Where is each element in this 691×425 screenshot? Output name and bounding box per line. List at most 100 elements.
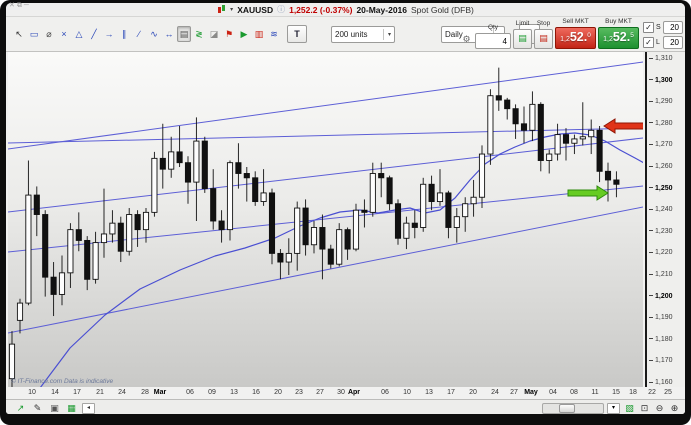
horizontal-line-icon[interactable]: →: [102, 26, 116, 42]
x-axis-label: 17: [73, 389, 81, 396]
buy-market-button[interactable]: 1,252.5: [598, 27, 639, 49]
price-markers-icon[interactable]: ▥: [252, 26, 266, 42]
candle: [421, 178, 426, 232]
fit-zoom-icon[interactable]: ▧: [623, 402, 636, 414]
x-axis-label: 09: [208, 389, 216, 396]
x-axis-label: 30: [337, 389, 345, 396]
stop-checkbox[interactable]: ✓: [643, 22, 654, 33]
x-axis-label: 25: [664, 389, 672, 396]
order-settings-icon[interactable]: ⚙: [460, 32, 473, 46]
candle: [26, 161, 31, 306]
indicators-wave-icon[interactable]: ≋: [267, 26, 281, 42]
qty-label: Qty: [488, 24, 498, 32]
freehand-curve-icon[interactable]: ∿: [147, 26, 161, 42]
annotate-icon[interactable]: ✎: [31, 402, 44, 414]
info-icon[interactable]: ⓘ: [277, 4, 285, 15]
chart-mode-icon[interactable]: ▦: [65, 402, 78, 414]
extended-line-icon[interactable]: ↔: [162, 26, 176, 42]
order-levels-icon[interactable]: ≷: [192, 26, 206, 42]
stop-distance-input[interactable]: [663, 21, 683, 34]
scrollbar-thumb[interactable]: [559, 404, 575, 413]
snapshot-icon[interactable]: ▣: [48, 402, 61, 414]
candle: [177, 126, 182, 167]
sell-mkt-label: Sell MKT: [562, 18, 588, 26]
y-axis-label: 1,180: [649, 336, 673, 344]
candle: [362, 199, 367, 227]
limit-label: Limit: [516, 20, 530, 28]
zoom-area-icon[interactable]: ⊡: [638, 402, 651, 414]
magnifier-icon[interactable]: ⌀: [42, 26, 56, 42]
segment-icon[interactable]: ∕: [132, 26, 146, 42]
buy-signal-arrow[interactable]: [568, 186, 608, 200]
chevron-down-icon: ▾: [388, 31, 391, 38]
window-restore-icon[interactable]: ⧉: [17, 2, 24, 9]
chevron-down-icon[interactable]: ▾: [230, 6, 233, 13]
candle: [547, 150, 552, 174]
time-scrollbar[interactable]: [542, 403, 604, 414]
y-axis-label: 1,160: [649, 379, 673, 387]
price-axis[interactable]: 1,3101,3001,2901,2801,2701,2601,2501,240…: [645, 52, 685, 387]
divider: [383, 29, 384, 40]
scrollbar-menu-button[interactable]: ▾: [607, 403, 620, 414]
zoom-box-icon[interactable]: ▭: [27, 26, 41, 42]
channel-icon[interactable]: ∥: [117, 26, 131, 42]
qty-input[interactable]: [475, 33, 511, 49]
candle: [185, 156, 190, 204]
instrument-symbol[interactable]: XAUUSD: [237, 5, 273, 15]
bottom-right-tools: ▾ ▧⊡⊖⊕: [542, 402, 681, 414]
units-select[interactable]: 200 units ▾: [331, 26, 395, 43]
drawing-tools-group: ↖▭⌀×△╱→∥∕∿↔▤≷◪⚑▶▥≋: [12, 26, 281, 42]
instrument-description: Spot Gold (DFB): [411, 5, 474, 15]
x-axis-label: 08: [570, 389, 578, 396]
limit-checkbox[interactable]: ✓: [643, 37, 654, 48]
candle: [513, 104, 518, 139]
window-close-icon[interactable]: ✕: [9, 2, 17, 9]
alert-flag-icon[interactable]: ⚑: [222, 26, 236, 42]
sell-signal-arrow[interactable]: [604, 119, 643, 133]
candlestick-series: [9, 68, 619, 387]
candle: [387, 176, 392, 211]
buy-mkt-label: Buy MKT: [605, 18, 632, 26]
candle: [521, 107, 526, 144]
candle: [395, 199, 400, 244]
zoom-out-icon[interactable]: ⊖: [653, 402, 666, 414]
candle: [152, 152, 157, 217]
limit-distance-input[interactable]: [663, 36, 683, 49]
candle: [59, 256, 64, 306]
delete-drawings-icon[interactable]: ▤: [177, 26, 191, 42]
y-axis-label: 1,210: [649, 271, 673, 279]
text-tool-label: T: [294, 29, 300, 39]
candle: [286, 238, 291, 275]
candle: [446, 191, 451, 239]
units-value: 200 units: [335, 30, 379, 39]
y-axis-label: 1,290: [649, 98, 673, 106]
candle: [429, 176, 434, 211]
window-minimize-icon[interactable]: ─: [24, 2, 31, 9]
chart-plot-area[interactable]: © IT-Finance.com Data is indicative: [8, 52, 643, 387]
candle: [530, 91, 535, 141]
limit-order-button[interactable]: ▤: [513, 29, 532, 49]
mid-rising-line[interactable]: [8, 138, 643, 212]
copyright-note: © IT-Finance.com Data is indicative: [11, 378, 113, 385]
triangle-drawing-icon[interactable]: △: [72, 26, 86, 42]
zoom-in-icon[interactable]: ⊕: [668, 402, 681, 414]
crosshair-icon[interactable]: ×: [57, 26, 71, 42]
x-axis-label: 14: [51, 389, 59, 396]
stop-order-button[interactable]: ▤: [534, 29, 553, 49]
time-axis[interactable]: 101417212428Mar0609131620232730Apr061013…: [6, 387, 685, 399]
candle: [320, 215, 325, 280]
candle: [160, 124, 165, 189]
candle: [101, 189, 106, 258]
cursor-icon[interactable]: ↖: [12, 26, 26, 42]
backtest-icon[interactable]: ▶: [237, 26, 251, 42]
more-icon[interactable]: ◂: [82, 403, 95, 414]
y-axis-label: 1,310: [649, 55, 673, 63]
sell-market-button[interactable]: 1,252.0: [555, 27, 596, 49]
share-icon[interactable]: ↗: [14, 402, 27, 414]
candle: [505, 98, 510, 120]
text-tool-button[interactable]: T: [287, 25, 307, 43]
channel-bottom[interactable]: [8, 207, 643, 333]
x-axis-label: 23: [295, 389, 303, 396]
eraser-icon[interactable]: ◪: [207, 26, 221, 42]
trend-line-icon[interactable]: ╱: [87, 26, 101, 42]
